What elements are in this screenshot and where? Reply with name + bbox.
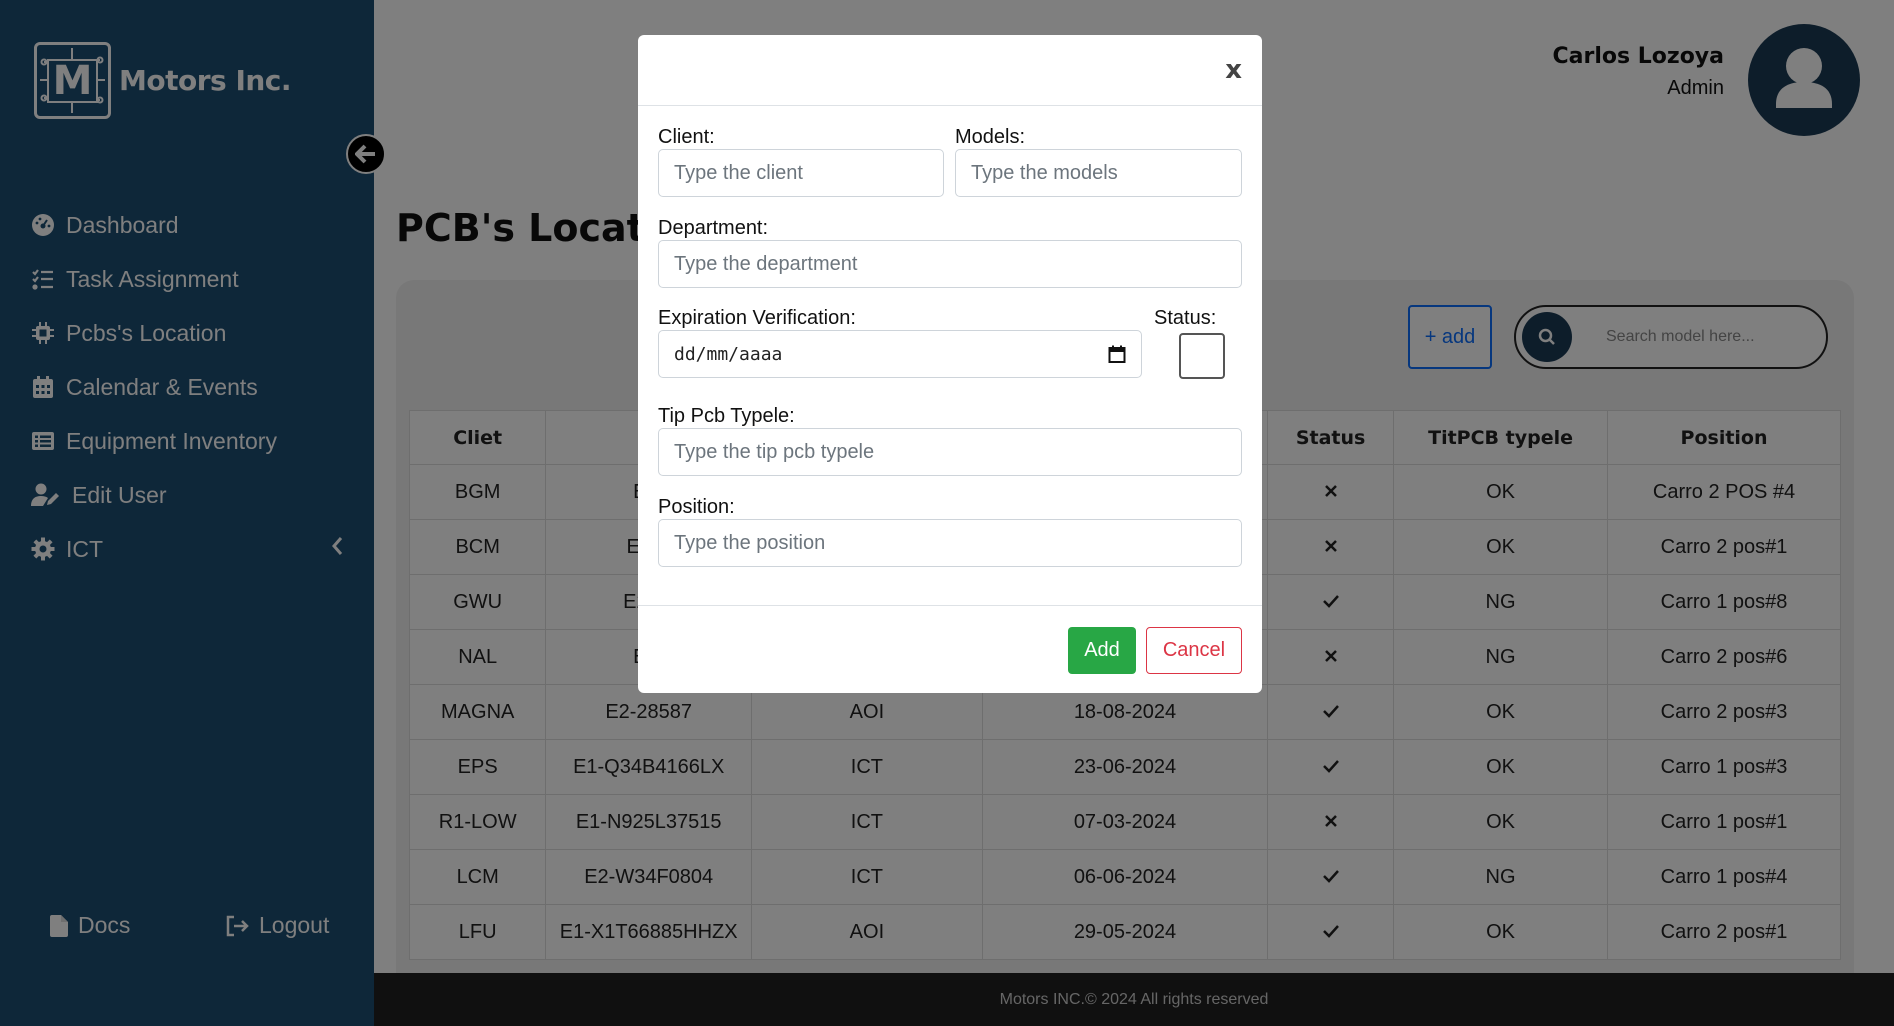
department-input[interactable]: Type the department: [658, 240, 1242, 288]
client-input[interactable]: Type the client: [658, 149, 944, 197]
position-label: Position:: [658, 496, 735, 518]
close-modal-button[interactable]: x: [1225, 55, 1242, 85]
add-submit-button[interactable]: Add: [1068, 627, 1136, 674]
position-input[interactable]: Type the position: [658, 519, 1242, 567]
tip-label: Tip Pcb Typele:: [658, 405, 795, 427]
expiration-label: Expiration Verification:: [658, 307, 856, 329]
cancel-button[interactable]: Cancel: [1146, 627, 1242, 674]
add-pcb-modal: x Client: Type the client Models: Type t…: [638, 35, 1262, 693]
calendar-icon[interactable]: [1108, 345, 1126, 363]
models-input[interactable]: Type the models: [955, 149, 1242, 197]
date-value: dd/mm/aaaa: [674, 343, 783, 365]
department-label: Department:: [658, 217, 769, 239]
modal-footer: Add Cancel: [638, 605, 1262, 693]
models-label: Models:: [955, 126, 1026, 148]
client-label: Client:: [658, 126, 715, 148]
expiration-date-input[interactable]: dd/mm/aaaa: [658, 330, 1142, 378]
status-checkbox[interactable]: [1179, 333, 1225, 379]
tip-pcb-typele-input[interactable]: Type the tip pcb typele: [658, 428, 1242, 476]
status-label: Status:: [1154, 307, 1217, 329]
modal-header: x: [638, 35, 1262, 106]
